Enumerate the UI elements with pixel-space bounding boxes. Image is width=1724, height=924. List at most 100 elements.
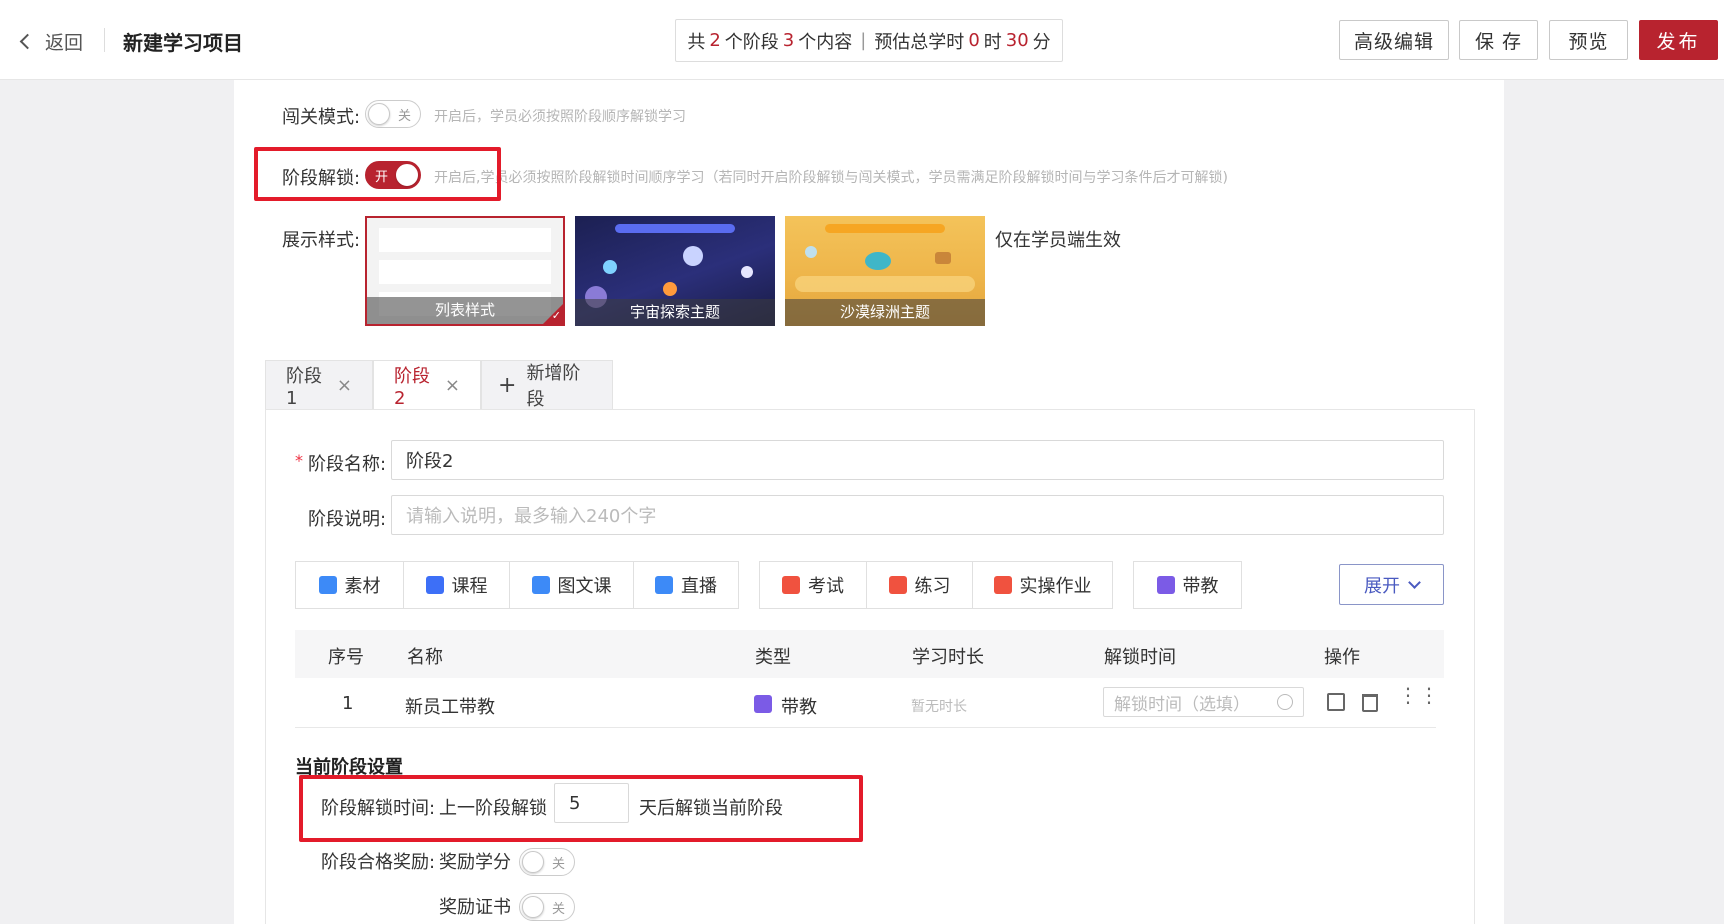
summary-content-unit: 个内容 (798, 31, 853, 53)
add-mentoring-button[interactable]: 带教 (1134, 562, 1241, 608)
gate-mode-label: 闯关模式: (282, 107, 361, 128)
switch-knob (396, 164, 418, 186)
theme-caption: 列表样式 (367, 297, 563, 324)
gate-mode-switch[interactable]: 关 (365, 100, 421, 128)
theme-caption: 沙漠绿洲主题 (785, 299, 985, 326)
back-label: 返回 (45, 32, 84, 54)
current-stage-title: 当前阶段设置 (295, 757, 403, 778)
unlock-time-placeholder: 解锁时间（选填） (1114, 694, 1250, 715)
add-stage-label: 新增阶段 (526, 363, 581, 410)
expand-button[interactable]: 展开 (1339, 564, 1444, 605)
close-icon[interactable]: × (445, 375, 460, 396)
add-exam-button[interactable]: 考试 (760, 562, 867, 608)
add-course-button[interactable]: 课程 (404, 562, 510, 608)
add-material-button[interactable]: 素材 (296, 562, 404, 608)
column-header: 名称 (407, 647, 443, 668)
stage-name-label: 阶段名称: (308, 454, 387, 475)
add-graphic-course-button[interactable]: 图文课 (510, 562, 634, 608)
summary-estimate-label: 预估总学时 (874, 31, 965, 53)
exam-icon (782, 576, 800, 594)
expand-label: 展开 (1364, 575, 1400, 597)
stage-unlock-label: 阶段解锁: (282, 168, 361, 189)
project-summary: 共 2 个阶段 3 个内容 | 预估总学时 0 时 30 分 (675, 19, 1063, 62)
dune-graphic (795, 276, 975, 292)
stage-unlock-hint: 开启后,学员必须按照阶段解锁时间顺序学习（若同时开启阶段解锁与闯关模式，学员需满… (434, 170, 1228, 186)
camel-icon (935, 252, 951, 264)
summary-hours: 0 (968, 30, 980, 51)
chevron-left-icon (19, 33, 36, 50)
planet-icon (683, 246, 703, 266)
publish-button[interactable]: 发布 (1639, 20, 1718, 60)
summary-minutes-unit: 分 (1032, 31, 1051, 53)
tab-stage-2[interactable]: 阶段2 × (373, 360, 481, 410)
tab-stage-1[interactable]: 阶段1 × (265, 360, 373, 410)
stage-name-input[interactable]: 阶段2 (391, 440, 1444, 480)
add-practical-assignment-button[interactable]: 实操作业 (973, 562, 1112, 608)
stage-unlock-switch[interactable]: 开 (365, 161, 421, 189)
display-style-label: 展示样式: (282, 230, 361, 251)
content-type-group-mentoring: 带教 (1133, 561, 1242, 609)
summary-stage-count: 2 (709, 30, 721, 51)
tab-label: 阶段2 (394, 365, 430, 409)
planet-icon (663, 282, 677, 296)
unlock-time-label: 阶段解锁时间: (321, 798, 436, 819)
button-label: 考试 (808, 576, 844, 597)
summary-separator: | (860, 30, 867, 51)
practice-icon (888, 576, 907, 594)
button-label: 课程 (451, 576, 488, 597)
advanced-edit-button[interactable]: 高级编辑 (1339, 20, 1449, 60)
drag-handle-icon[interactable]: ⋮⋮ (1398, 685, 1440, 705)
chevron-down-icon (1408, 575, 1421, 589)
theme-caption: 宇宙探索主题 (575, 299, 775, 326)
button-label: 实操作业 (1019, 576, 1092, 597)
reward-label: 阶段合格奖励: (321, 852, 436, 873)
switch-state-text: 开 (375, 170, 389, 185)
unlock-days-input[interactable]: 5 (554, 783, 629, 823)
table-header: 序号 名称 类型 学习时长 解锁时间 操作 (295, 630, 1444, 678)
theme-space-explore[interactable]: 宇宙探索主题 (575, 216, 775, 326)
oasis-icon (865, 252, 891, 270)
display-style-note: 仅在学员端生效 (995, 230, 1121, 251)
reward-credits-switch[interactable]: 关 (519, 848, 575, 876)
add-stage-tab[interactable]: + 新增阶段 (481, 360, 613, 410)
planet-icon (741, 266, 753, 278)
column-header: 类型 (755, 647, 791, 668)
page-title: 新建学习项目 (123, 31, 243, 55)
switch-knob (522, 851, 544, 873)
preview-button[interactable]: 预览 (1549, 20, 1628, 60)
add-live-button[interactable]: 直播 (634, 562, 738, 608)
column-header: 序号 (328, 647, 364, 668)
add-practice-button[interactable]: 练习 (867, 562, 973, 608)
switch-state-text: 关 (551, 857, 565, 872)
theme-list-style[interactable]: 列表样式 ✓ (365, 216, 565, 326)
image-icon (531, 576, 550, 594)
row-index: 1 (342, 693, 354, 714)
summary-stage-unit: 个阶段 (724, 31, 779, 53)
assignment-icon (993, 576, 1012, 594)
edit-icon[interactable] (1327, 693, 1345, 711)
plus-icon: + (498, 372, 517, 398)
save-button[interactable]: 保 存 (1459, 20, 1538, 60)
unlock-prefix: 上一阶段解锁 (439, 798, 547, 819)
theme-desert-oasis[interactable]: 沙漠绿洲主题 (785, 216, 985, 326)
switch-knob (522, 896, 544, 918)
back-button[interactable]: 返回 (19, 28, 84, 55)
stage-desc-textarea[interactable]: 请输入说明，最多输入240个字 (391, 495, 1444, 535)
unlock-time-picker[interactable]: 解锁时间（选填） (1103, 687, 1304, 717)
summary-content-count: 3 (782, 30, 795, 51)
theme-banner-graphic (615, 224, 735, 233)
button-label: 图文课 (557, 576, 612, 597)
gate-mode-hint: 开启后，学员必须按照阶段顺序解锁学习 (434, 109, 686, 125)
clock-icon (1277, 694, 1293, 710)
row-name: 新员工带教 (405, 697, 495, 718)
mentor-icon (754, 695, 772, 713)
header-divider (104, 28, 105, 52)
button-label: 练习 (914, 576, 951, 597)
summary-minutes: 30 (1005, 30, 1029, 51)
reward-cert-switch[interactable]: 关 (519, 893, 575, 921)
tab-label: 阶段1 (286, 365, 322, 409)
course-icon (425, 576, 444, 594)
close-icon[interactable]: × (337, 375, 352, 396)
content-type-group-media: 素材 课程 图文课 直播 (295, 561, 739, 609)
delete-icon[interactable] (1362, 694, 1378, 712)
